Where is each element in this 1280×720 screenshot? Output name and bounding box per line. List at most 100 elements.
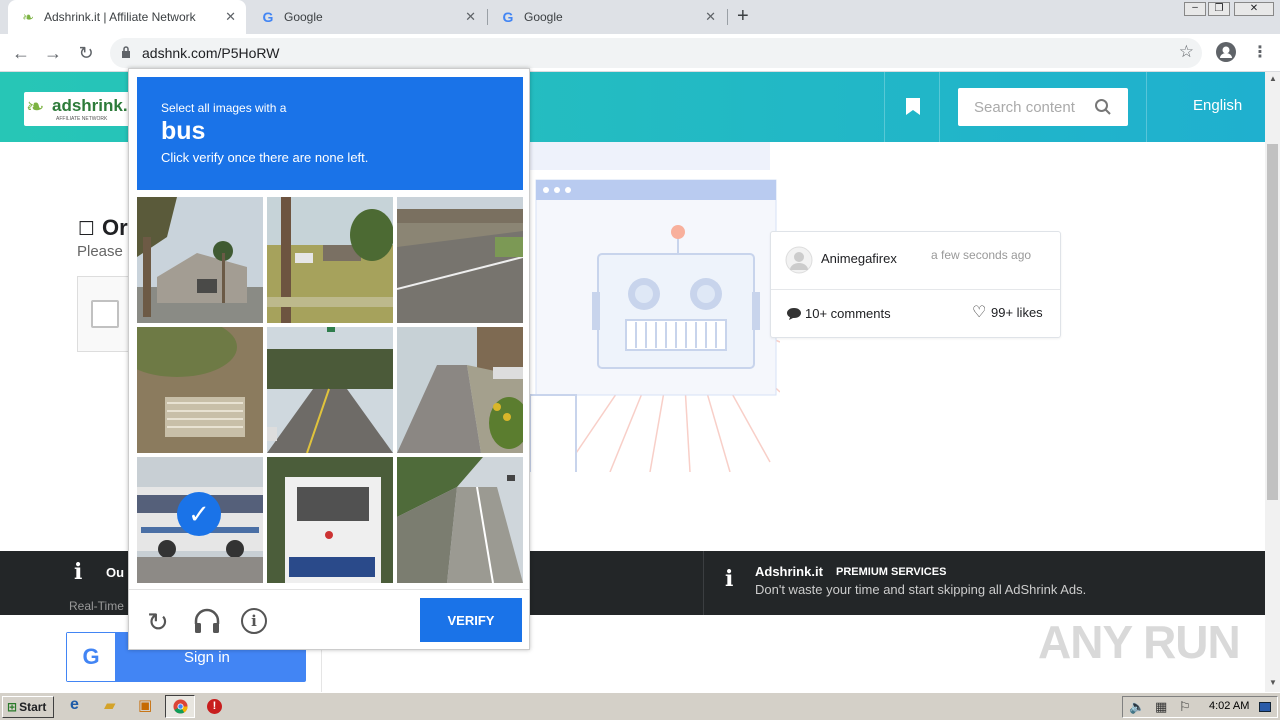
post-card: Animegafirex a few seconds ago 10+ comme… [770, 231, 1061, 338]
start-button[interactable]: ⊞ Start [2, 696, 54, 718]
challenge-subinstruction: Click verify once there are none left. [161, 150, 369, 165]
bookmark-star-icon[interactable]: ☆ [1179, 42, 1194, 62]
search-placeholder: Search content [974, 99, 1075, 116]
lock-icon [122, 46, 130, 58]
captcha-tile-9[interactable] [397, 457, 523, 583]
tab-strip: ❧ Adshrink.it | Affiliate Network ✕ G Go… [0, 0, 1280, 34]
bookmark-icon [906, 98, 920, 115]
tab-google-2[interactable]: G Google ✕ [488, 0, 726, 34]
anyrun-watermark: ANY RUN [1038, 616, 1241, 668]
start-label: Start [19, 700, 47, 714]
footer-left-title: Ou [106, 565, 125, 580]
new-tab-icon[interactable]: + [737, 5, 749, 28]
bookmark-button[interactable] [884, 72, 940, 142]
windows-logo-icon: ⊞ [7, 700, 18, 714]
tab-separator [727, 9, 728, 25]
logo-text: adshrink.it [52, 96, 138, 115]
selected-check-icon: ✓ [177, 492, 221, 536]
windows-taskbar: ⊞ Start e ▰ ▣ ! 🔈 ▦ ⚐ 4:02 AM [0, 692, 1280, 720]
reload-challenge-icon[interactable]: ↻ [147, 607, 169, 638]
flag-icon[interactable]: ⚐ [1179, 699, 1191, 715]
captcha-tile-6[interactable] [397, 327, 523, 453]
stop-app-icon[interactable]: ! [207, 699, 222, 714]
chrome-taskbar-button[interactable] [165, 695, 195, 718]
username[interactable]: Animegafirex [821, 251, 897, 266]
scroll-up-icon[interactable]: ▲ [1269, 74, 1277, 83]
footer-divider [703, 551, 704, 615]
back-icon[interactable]: ← [9, 41, 33, 65]
volume-icon[interactable]: 🔈 [1129, 699, 1145, 715]
language-selector[interactable]: English [1193, 97, 1242, 114]
forward-icon[interactable]: → [41, 41, 65, 65]
post-time: a few seconds ago [931, 248, 1032, 262]
media-player-icon[interactable]: ▣ [138, 696, 152, 714]
chrome-icon [173, 699, 188, 714]
challenge-header: Select all images with a bus Click verif… [137, 77, 523, 190]
checkbox-glyph-icon: ☐ [78, 219, 96, 240]
folder-icon[interactable]: ▰ [104, 696, 116, 714]
tab-title: Adshrink.it | Affiliate Network [44, 10, 196, 24]
challenge-divider [129, 589, 529, 590]
adshrink-favicon-icon: ❧ [22, 8, 34, 25]
captcha-tile-4[interactable] [137, 327, 263, 453]
browser-toolbar: ← → ↻ adshnk.com/P5HoRW ☆ ⋮ [0, 34, 1280, 72]
scroll-thumb[interactable] [1267, 144, 1278, 500]
footer-brand: Adshrink.it [755, 564, 823, 579]
captcha-tile-5[interactable] [267, 327, 393, 453]
captcha-tile-3[interactable] [397, 197, 523, 323]
captcha-tile-1[interactable] [137, 197, 263, 323]
minimize-icon[interactable]: – [1184, 2, 1206, 16]
search-icon[interactable] [1094, 98, 1112, 116]
url-text: adshnk.com/P5HoRW [142, 45, 280, 61]
close-tab-icon[interactable]: ✕ [705, 9, 716, 25]
footer-left-sub: Real-Time [69, 599, 124, 613]
page-subtext: Please [77, 243, 123, 260]
close-tab-icon[interactable]: ✕ [465, 9, 476, 25]
info-icon: i [74, 559, 83, 585]
tab-google-1[interactable]: G Google ✕ [248, 0, 486, 34]
ie-icon[interactable]: e [70, 696, 79, 714]
footer-premium: PREMIUM SERVICES [836, 566, 947, 578]
maximize-icon[interactable]: ❐ [1208, 2, 1230, 16]
close-window-icon[interactable]: ✕ [1234, 2, 1274, 16]
show-desktop-icon[interactable] [1259, 702, 1271, 712]
captcha-tile-2[interactable] [267, 197, 393, 323]
site-logo[interactable]: ❧ adshrink.it AFFILIATE NETWORK [24, 92, 138, 126]
google-favicon-icon: G [502, 9, 514, 25]
verify-button[interactable]: VERIFY [420, 598, 522, 642]
page-scrollbar[interactable]: ▲ ▼ [1265, 72, 1280, 692]
account-icon[interactable] [1216, 42, 1236, 62]
recaptcha-challenge: Select all images with a bus Click verif… [128, 68, 530, 650]
menu-dots-icon[interactable]: ⋮ [1252, 42, 1268, 62]
bird-logo-icon: ❧ [26, 94, 45, 119]
user-avatar-icon [785, 246, 813, 274]
challenge-target: bus [161, 117, 206, 145]
robot-illustration [530, 142, 780, 472]
recaptcha-checkbox[interactable] [91, 300, 119, 328]
captcha-tile-8[interactable] [267, 457, 393, 583]
page-heading: Or [102, 215, 128, 240]
help-info-icon[interactable]: i [241, 608, 267, 634]
footer-tagline: Don't waste your time and start skipping… [755, 582, 1087, 597]
scroll-down-icon[interactable]: ▼ [1269, 678, 1277, 687]
card-divider [771, 289, 1060, 290]
reload-icon[interactable]: ↻ [74, 41, 98, 65]
info-icon: i [725, 566, 734, 592]
tab-title: Google [524, 10, 563, 24]
address-bar[interactable]: adshnk.com/P5HoRW ☆ [110, 38, 1202, 68]
search-input[interactable]: Search content [958, 88, 1128, 126]
signin-label: Sign in [184, 649, 230, 666]
network-icon[interactable]: ▦ [1155, 699, 1167, 715]
heart-icon[interactable]: ♡ [972, 302, 986, 322]
header-divider [1146, 72, 1147, 142]
google-g-icon: G [67, 633, 115, 681]
tab-adshrink[interactable]: ❧ Adshrink.it | Affiliate Network ✕ [8, 0, 246, 34]
captcha-tile-7[interactable]: ✓ [137, 457, 263, 583]
close-tab-icon[interactable]: ✕ [225, 9, 236, 25]
audio-challenge-icon[interactable] [193, 608, 221, 634]
comment-count[interactable]: 10+ comments [805, 306, 891, 321]
comment-icon [787, 308, 801, 320]
google-favicon-icon: G [262, 9, 274, 25]
clock: 4:02 AM [1209, 700, 1250, 712]
system-tray: 🔈 ▦ ⚐ 4:02 AM [1122, 696, 1278, 718]
